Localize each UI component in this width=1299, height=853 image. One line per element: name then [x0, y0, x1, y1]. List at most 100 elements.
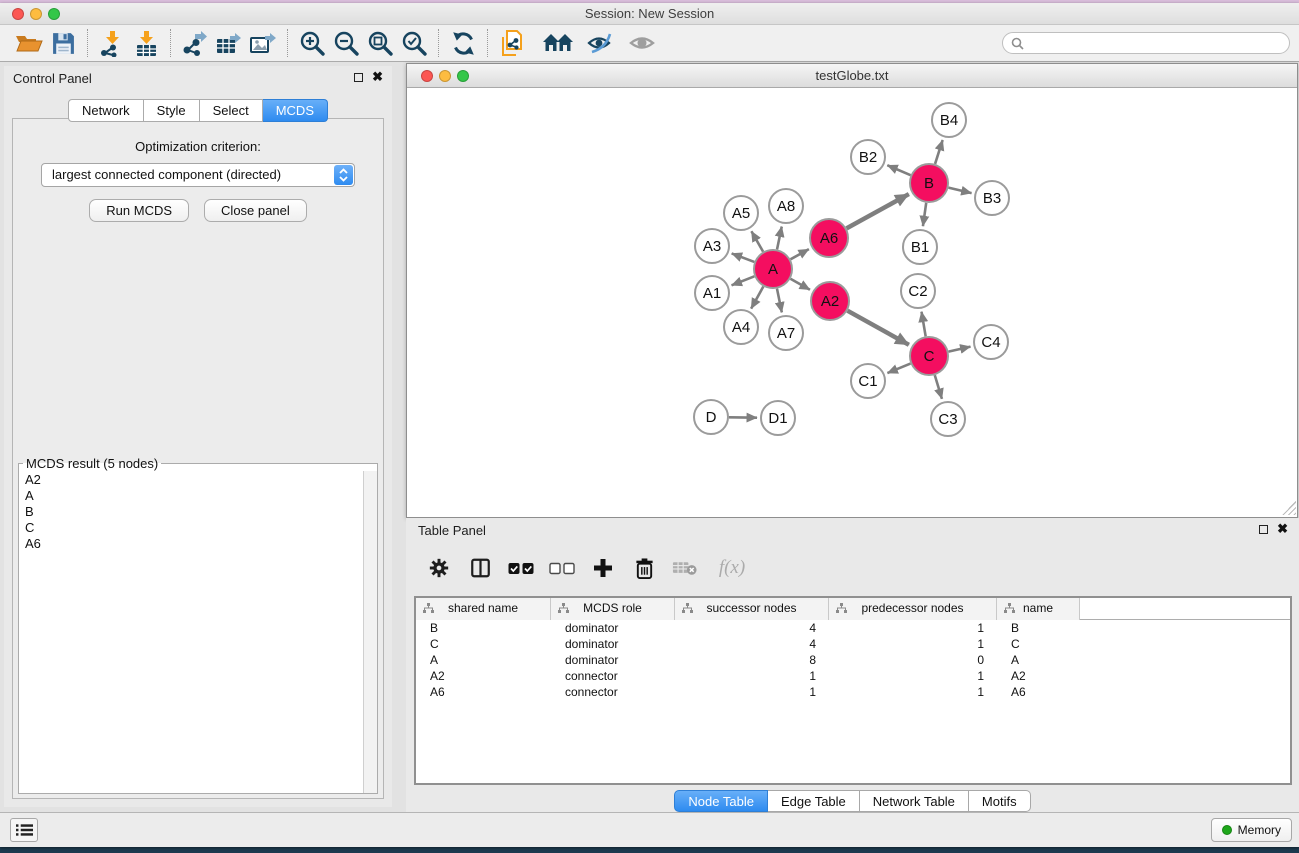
- clone-network-icon[interactable]: [495, 28, 529, 58]
- node-A[interactable]: A: [754, 250, 792, 288]
- cell-predecessor-nodes[interactable]: 0: [829, 652, 997, 668]
- node-D[interactable]: D: [694, 400, 728, 434]
- zoom-in-icon[interactable]: [295, 28, 329, 58]
- add-column-icon[interactable]: [590, 555, 616, 581]
- result-item[interactable]: A2: [25, 472, 357, 488]
- node-A3[interactable]: A3: [695, 229, 729, 263]
- home-networks-icon[interactable]: [541, 28, 575, 58]
- table-row-A[interactable]: Adominator80A: [416, 652, 1290, 668]
- table-row-C[interactable]: Cdominator41C: [416, 636, 1290, 652]
- tab-select[interactable]: Select: [200, 99, 263, 122]
- close-table-panel-icon[interactable]: ✖: [1277, 521, 1288, 537]
- node-table[interactable]: shared nameMCDS rolesuccessor nodesprede…: [414, 596, 1292, 785]
- cell-shared-name[interactable]: A2: [416, 668, 551, 684]
- optimization-criterion-select[interactable]: largest connected component (directed): [41, 163, 355, 187]
- node-C4[interactable]: C4: [974, 325, 1008, 359]
- open-file-icon[interactable]: [12, 28, 46, 58]
- close-panel-icon[interactable]: ✖: [372, 69, 383, 85]
- edge-C-C4[interactable]: [949, 347, 971, 352]
- node-A8[interactable]: A8: [769, 189, 803, 223]
- edge-A-A1[interactable]: [732, 276, 755, 285]
- network-window-titlebar[interactable]: testGlobe.txt: [407, 64, 1297, 88]
- search-input[interactable]: [1029, 36, 1281, 50]
- node-A6[interactable]: A6: [810, 219, 848, 257]
- float-table-panel-icon[interactable]: [1259, 525, 1268, 534]
- table-row-B[interactable]: Bdominator41B: [416, 620, 1290, 636]
- node-A7[interactable]: A7: [769, 316, 803, 350]
- memory-button[interactable]: Memory: [1211, 818, 1292, 842]
- node-A4[interactable]: A4: [724, 310, 758, 344]
- node-A1[interactable]: A1: [695, 276, 729, 310]
- tab-network-table[interactable]: Network Table: [860, 790, 969, 812]
- cell-name[interactable]: A6: [997, 684, 1080, 700]
- export-table-icon[interactable]: [212, 28, 246, 58]
- cell-predecessor-nodes[interactable]: 1: [829, 668, 997, 684]
- float-panel-icon[interactable]: [354, 73, 363, 82]
- apply-layout-icon[interactable]: [446, 28, 480, 58]
- import-network-icon[interactable]: [95, 28, 129, 58]
- cell-shared-name[interactable]: C: [416, 636, 551, 652]
- search-field[interactable]: [1002, 32, 1290, 54]
- deselect-all-icon[interactable]: [549, 555, 575, 581]
- tab-network[interactable]: Network: [68, 99, 144, 122]
- tab-edge-table[interactable]: Edge Table: [768, 790, 860, 812]
- hide-toggle-icon[interactable]: [583, 28, 617, 58]
- close-panel-button[interactable]: Close panel: [204, 199, 307, 222]
- node-C3[interactable]: C3: [931, 402, 965, 436]
- cell-successor-nodes[interactable]: 1: [675, 668, 829, 684]
- export-image-icon[interactable]: [246, 28, 280, 58]
- cell-successor-nodes[interactable]: 8: [675, 652, 829, 668]
- edge-A-A8[interactable]: [777, 227, 782, 250]
- tab-motifs[interactable]: Motifs: [969, 790, 1031, 812]
- cell-mcds-role[interactable]: dominator: [551, 636, 675, 652]
- table-mode-gear-icon[interactable]: [426, 555, 452, 581]
- edge-A2-C[interactable]: [847, 311, 908, 345]
- show-columns-icon[interactable]: [467, 555, 493, 581]
- delete-table-icon[interactable]: [672, 555, 698, 581]
- node-D1[interactable]: D1: [761, 401, 795, 435]
- cell-mcds-role[interactable]: dominator: [551, 652, 675, 668]
- edge-A-A3[interactable]: [732, 253, 755, 262]
- column-header-name[interactable]: name: [997, 598, 1080, 620]
- result-item[interactable]: C: [25, 520, 357, 536]
- network-graph[interactable]: AA1A2A3A4A5A6A7A8BB1B2B3B4CC1C2C3C4DD1: [407, 88, 1297, 516]
- tab-mcds[interactable]: MCDS: [263, 99, 328, 122]
- show-view-icon[interactable]: [625, 28, 659, 58]
- task-history-button[interactable]: [10, 818, 38, 842]
- select-all-icon[interactable]: [508, 555, 534, 581]
- edge-B-B3[interactable]: [948, 188, 971, 194]
- cell-shared-name[interactable]: A: [416, 652, 551, 668]
- node-C1[interactable]: C1: [851, 364, 885, 398]
- node-A5[interactable]: A5: [724, 196, 758, 230]
- node-B[interactable]: B: [910, 164, 948, 202]
- result-item[interactable]: A: [25, 488, 357, 504]
- edge-C-C1[interactable]: [887, 364, 910, 373]
- cell-mcds-role[interactable]: dominator: [551, 620, 675, 636]
- function-builder-icon[interactable]: f(x): [713, 555, 751, 581]
- cell-successor-nodes[interactable]: 4: [675, 636, 829, 652]
- result-item[interactable]: A6: [25, 536, 357, 552]
- edge-A-A2[interactable]: [790, 279, 810, 290]
- cell-mcds-role[interactable]: connector: [551, 684, 675, 700]
- table-row-A2[interactable]: A2connector11A2: [416, 668, 1290, 684]
- column-header-predecessor-nodes[interactable]: predecessor nodes: [829, 598, 997, 620]
- zoom-out-icon[interactable]: [329, 28, 363, 58]
- node-B2[interactable]: B2: [851, 140, 885, 174]
- cell-successor-nodes[interactable]: 1: [675, 684, 829, 700]
- cell-mcds-role[interactable]: connector: [551, 668, 675, 684]
- export-network-icon[interactable]: [178, 28, 212, 58]
- cell-shared-name[interactable]: B: [416, 620, 551, 636]
- node-B3[interactable]: B3: [975, 181, 1009, 215]
- zoom-fit-icon[interactable]: [363, 28, 397, 58]
- result-item[interactable]: B: [25, 504, 357, 520]
- edge-A-A4[interactable]: [751, 287, 763, 309]
- cell-name[interactable]: B: [997, 620, 1080, 636]
- edge-A-A5[interactable]: [751, 231, 763, 251]
- mcds-result-list[interactable]: A2ABCA6: [19, 471, 363, 793]
- edge-B-B4[interactable]: [935, 140, 943, 164]
- table-row-A6[interactable]: A6connector11A6: [416, 684, 1290, 700]
- edge-A-A6[interactable]: [790, 249, 808, 259]
- run-mcds-button[interactable]: Run MCDS: [89, 199, 189, 222]
- node-B4[interactable]: B4: [932, 103, 966, 137]
- result-scrollbar[interactable]: [363, 471, 377, 793]
